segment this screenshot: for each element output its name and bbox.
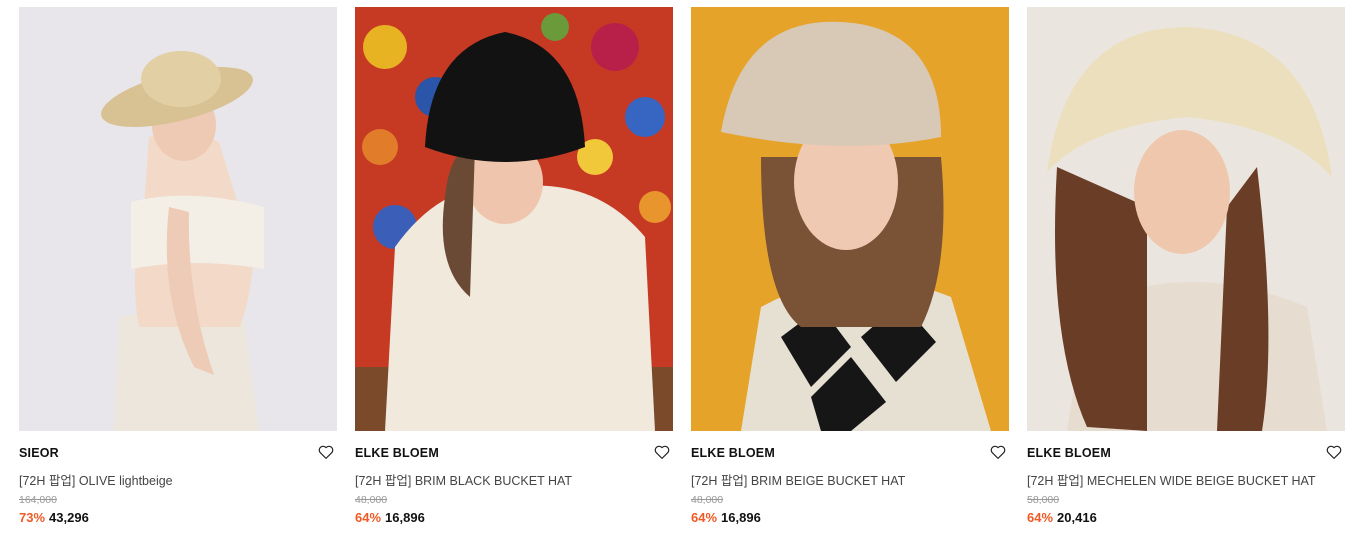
product-image[interactable]: [691, 7, 1009, 431]
heart-outline-icon[interactable]: [1325, 443, 1343, 461]
price-row: 73% 43,296: [19, 510, 89, 525]
original-price: 48,000: [355, 494, 388, 506]
product-name[interactable]: [72H 팝업] MECHELEN WIDE BEIGE BUCKET HAT: [1027, 470, 1316, 489]
brand-name[interactable]: ELKE BLOEM: [355, 446, 439, 460]
product-name[interactable]: [72H 팝업] BRIM BLACK BUCKET HAT: [355, 470, 572, 489]
price-row: 64% 16,896: [355, 510, 425, 525]
sale-price: 16,896: [721, 510, 761, 525]
brand-name[interactable]: ELKE BLOEM: [1027, 446, 1111, 460]
product-image[interactable]: [355, 7, 673, 431]
sale-price: 20,416: [1057, 510, 1097, 525]
original-price: 58,000: [1027, 494, 1060, 506]
discount-rate: 64%: [691, 510, 718, 525]
discount-rate: 64%: [355, 510, 382, 525]
price-row: 64% 16,896: [691, 510, 761, 525]
product-card[interactable]: ELKE BLOEM [72H 팝업] MECHELEN WIDE BEIGE …: [1027, 7, 1345, 531]
product-card[interactable]: SIEOR [72H 팝업] OLIVE lightbeige 164,000 …: [19, 7, 337, 531]
sale-price: 16,896: [385, 510, 425, 525]
product-grid: SIEOR [72H 팝업] OLIVE lightbeige 164,000 …: [0, 0, 1354, 536]
discount-rate: 73%: [19, 510, 46, 525]
original-price: 48,000: [691, 494, 724, 506]
product-image[interactable]: [1027, 7, 1345, 431]
brand-name[interactable]: ELKE BLOEM: [691, 446, 775, 460]
discount-rate: 64%: [1027, 510, 1054, 525]
price-row: 64% 20,416: [1027, 510, 1097, 525]
heart-outline-icon[interactable]: [317, 443, 335, 461]
sale-price: 43,296: [49, 510, 89, 525]
heart-outline-icon[interactable]: [989, 443, 1007, 461]
product-name[interactable]: [72H 팝업] BRIM BEIGE BUCKET HAT: [691, 470, 905, 489]
product-card[interactable]: ELKE BLOEM [72H 팝업] BRIM BEIGE BUCKET HA…: [691, 7, 1009, 531]
original-price: 164,000: [19, 494, 57, 506]
product-image[interactable]: [19, 7, 337, 431]
product-name[interactable]: [72H 팝업] OLIVE lightbeige: [19, 470, 173, 489]
product-card[interactable]: ELKE BLOEM [72H 팝업] BRIM BLACK BUCKET HA…: [355, 7, 673, 531]
heart-outline-icon[interactable]: [653, 443, 671, 461]
brand-name[interactable]: SIEOR: [19, 446, 59, 460]
